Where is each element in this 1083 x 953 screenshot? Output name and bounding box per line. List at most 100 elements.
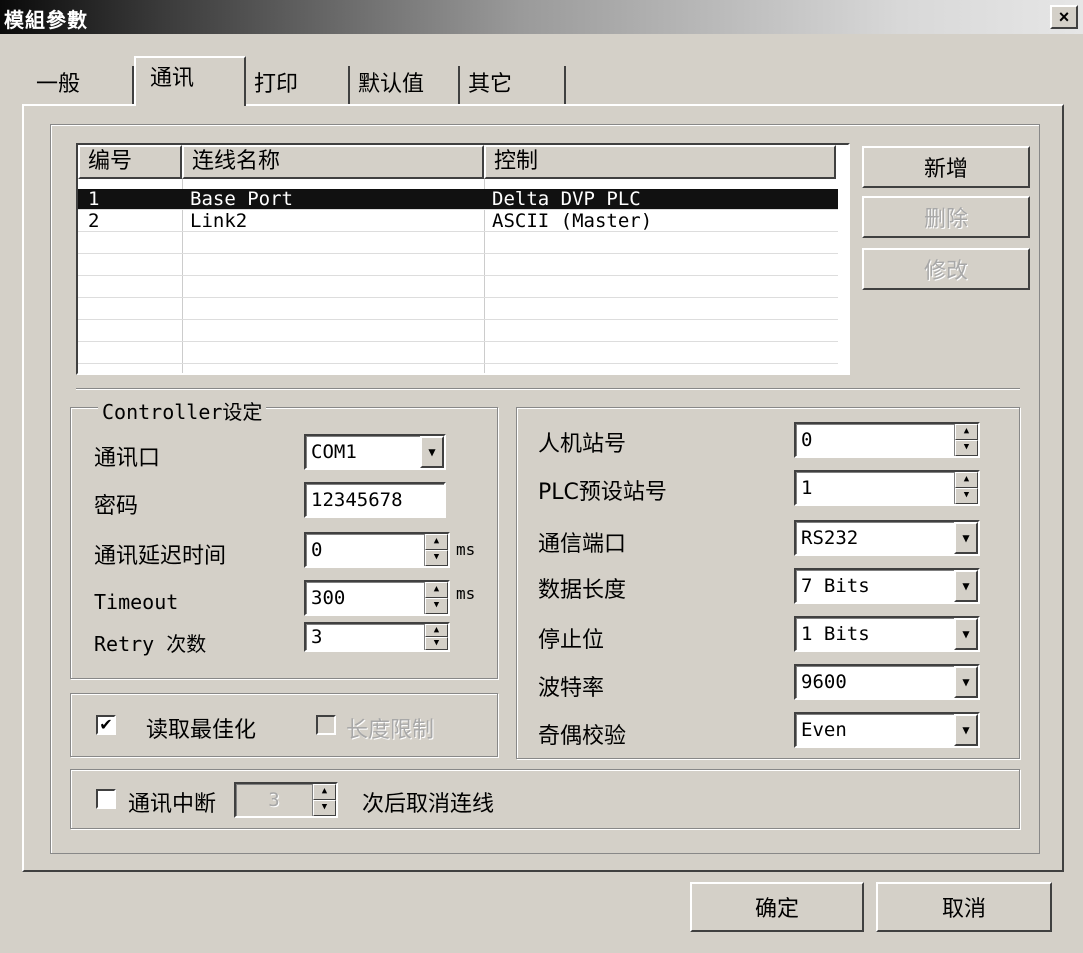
column-header-control[interactable]: 控制 bbox=[484, 145, 836, 179]
tab-print[interactable]: 打印 bbox=[248, 66, 350, 104]
stop-bit-value: 1 Bits bbox=[801, 623, 870, 645]
data-length-value: 7 Bits bbox=[801, 575, 870, 597]
password-field[interactable]: 12345678 bbox=[304, 482, 446, 518]
column-header-id[interactable]: 编号 bbox=[78, 145, 182, 179]
table-row bbox=[78, 233, 838, 254]
interrupt-count-field[interactable]: 3 ▲ ▼ bbox=[234, 782, 338, 818]
spin-down-icon[interactable]: ▼ bbox=[955, 488, 978, 504]
row-control: Delta DVP PLC bbox=[492, 188, 641, 210]
spin-up-icon[interactable]: ▲ bbox=[955, 472, 978, 488]
tab-other[interactable]: 其它 bbox=[462, 66, 566, 104]
hmi-station-label: 人机站号 bbox=[538, 432, 627, 457]
row-id: 2 bbox=[88, 210, 100, 232]
title-bar: 模組參數 × bbox=[0, 0, 1083, 34]
dropdown-arrow-icon[interactable]: ▼ bbox=[954, 522, 978, 554]
row-name: Link2 bbox=[190, 210, 248, 232]
separator bbox=[76, 388, 1020, 390]
close-button[interactable]: × bbox=[1050, 5, 1078, 29]
spin-up-icon[interactable]: ▲ bbox=[425, 582, 448, 598]
length-limit-checkbox[interactable] bbox=[316, 715, 336, 735]
stop-bit-label: 停止位 bbox=[538, 628, 605, 653]
hmi-station-value: 0 bbox=[801, 429, 813, 451]
table-row[interactable]: 2 Link2 ASCII (Master) bbox=[78, 211, 838, 232]
timeout-spinner[interactable]: ▲ ▼ bbox=[424, 582, 448, 614]
ok-button[interactable]: 确定 bbox=[690, 882, 864, 932]
parity-label: 奇偶校验 bbox=[538, 724, 627, 749]
dropdown-arrow-icon[interactable]: ▼ bbox=[954, 570, 978, 602]
spin-up-icon[interactable]: ▲ bbox=[425, 534, 448, 550]
table-row bbox=[78, 277, 838, 298]
baud-rate-select[interactable]: 9600 ▼ bbox=[794, 664, 980, 700]
retry-spinner[interactable]: ▲ ▼ bbox=[424, 624, 448, 650]
spin-up-icon[interactable]: ▲ bbox=[313, 784, 336, 800]
spin-down-icon[interactable]: ▼ bbox=[425, 550, 448, 566]
dropdown-arrow-icon[interactable]: ▼ bbox=[954, 666, 978, 698]
cancel-button[interactable]: 取消 bbox=[876, 882, 1052, 932]
interrupt-count-value: 3 bbox=[268, 789, 280, 811]
tab-general[interactable]: 一般 bbox=[30, 66, 134, 104]
table-row bbox=[78, 321, 838, 342]
dropdown-arrow-icon[interactable]: ▼ bbox=[420, 436, 444, 468]
data-length-label: 数据长度 bbox=[538, 578, 627, 603]
retry-value: 3 bbox=[311, 626, 323, 648]
connection-list[interactable]: 编号 连线名称 控制 1 Base Port Delta DVP PLC 2 L… bbox=[76, 143, 850, 375]
timeout-field[interactable]: 300 ▲ ▼ bbox=[304, 580, 450, 616]
comm-port-value: RS232 bbox=[801, 527, 859, 549]
stop-bit-select[interactable]: 1 Bits ▼ bbox=[794, 616, 980, 652]
length-limit-label: 长度限制 bbox=[346, 718, 435, 743]
interrupt-suffix: 次后取消连线 bbox=[362, 792, 495, 817]
hmi-station-spinner[interactable]: ▲ ▼ bbox=[954, 424, 978, 456]
delay-unit: ms bbox=[456, 540, 476, 559]
timeout-unit: ms bbox=[456, 584, 476, 603]
table-row bbox=[78, 255, 838, 276]
port-label: 通讯口 bbox=[94, 446, 161, 471]
dropdown-arrow-icon[interactable]: ▼ bbox=[954, 714, 978, 746]
tab-defaults[interactable]: 默认值 bbox=[352, 66, 460, 104]
table-row[interactable]: 1 Base Port Delta DVP PLC bbox=[78, 189, 838, 210]
plc-station-label: PLC预设站号 bbox=[538, 480, 667, 505]
delete-button[interactable]: 删除 bbox=[862, 196, 1030, 238]
baud-rate-value: 9600 bbox=[801, 671, 847, 693]
parity-select[interactable]: Even ▼ bbox=[794, 712, 980, 748]
port-select[interactable]: COM1 ▼ bbox=[304, 434, 446, 470]
data-length-select[interactable]: 7 Bits ▼ bbox=[794, 568, 980, 604]
retry-label: Retry 次数 bbox=[94, 632, 207, 656]
timeout-value: 300 bbox=[311, 587, 346, 609]
parity-value: Even bbox=[801, 719, 847, 741]
row-name: Base Port bbox=[190, 188, 293, 210]
delay-value: 0 bbox=[311, 539, 323, 561]
spin-down-icon[interactable]: ▼ bbox=[425, 598, 448, 614]
column-header-name[interactable]: 连线名称 bbox=[182, 145, 484, 179]
delay-spinner[interactable]: ▲ ▼ bbox=[424, 534, 448, 566]
comm-port-select[interactable]: RS232 ▼ bbox=[794, 520, 980, 556]
delay-field[interactable]: 0 ▲ ▼ bbox=[304, 532, 450, 568]
spin-up-icon[interactable]: ▲ bbox=[955, 424, 978, 440]
timeout-label: Timeout bbox=[94, 590, 179, 614]
tab-communication[interactable]: 通讯 bbox=[134, 56, 246, 106]
dropdown-arrow-icon[interactable]: ▼ bbox=[954, 618, 978, 650]
spin-down-icon[interactable]: ▼ bbox=[313, 800, 336, 816]
table-row bbox=[78, 343, 838, 364]
window-title: 模組參數 bbox=[4, 8, 88, 32]
interrupt-label: 通讯中断 bbox=[128, 792, 217, 817]
hmi-station-field[interactable]: 0 ▲ ▼ bbox=[794, 422, 980, 458]
modify-button[interactable]: 修改 bbox=[862, 248, 1030, 290]
retry-field[interactable]: 3 ▲ ▼ bbox=[304, 622, 450, 652]
plc-station-field[interactable]: 1 ▲ ▼ bbox=[794, 470, 980, 506]
spin-down-icon[interactable]: ▼ bbox=[955, 440, 978, 456]
controller-group-title: Controller设定 bbox=[98, 396, 267, 425]
interrupt-checkbox[interactable] bbox=[96, 789, 116, 809]
delay-label: 通讯延迟时间 bbox=[94, 544, 227, 569]
plc-station-spinner[interactable]: ▲ ▼ bbox=[954, 472, 978, 504]
spin-down-icon[interactable]: ▼ bbox=[425, 637, 448, 650]
password-label: 密码 bbox=[94, 494, 139, 519]
add-button[interactable]: 新增 bbox=[862, 146, 1030, 188]
interrupt-count-spinner[interactable]: ▲ ▼ bbox=[312, 784, 336, 816]
port-value: COM1 bbox=[311, 441, 357, 463]
optimize-checkbox[interactable]: ✔ bbox=[96, 715, 116, 735]
plc-station-value: 1 bbox=[801, 477, 813, 499]
table-row bbox=[78, 299, 838, 320]
row-id: 1 bbox=[88, 188, 100, 210]
spin-up-icon[interactable]: ▲ bbox=[425, 624, 448, 637]
row-control: ASCII (Master) bbox=[492, 210, 653, 232]
